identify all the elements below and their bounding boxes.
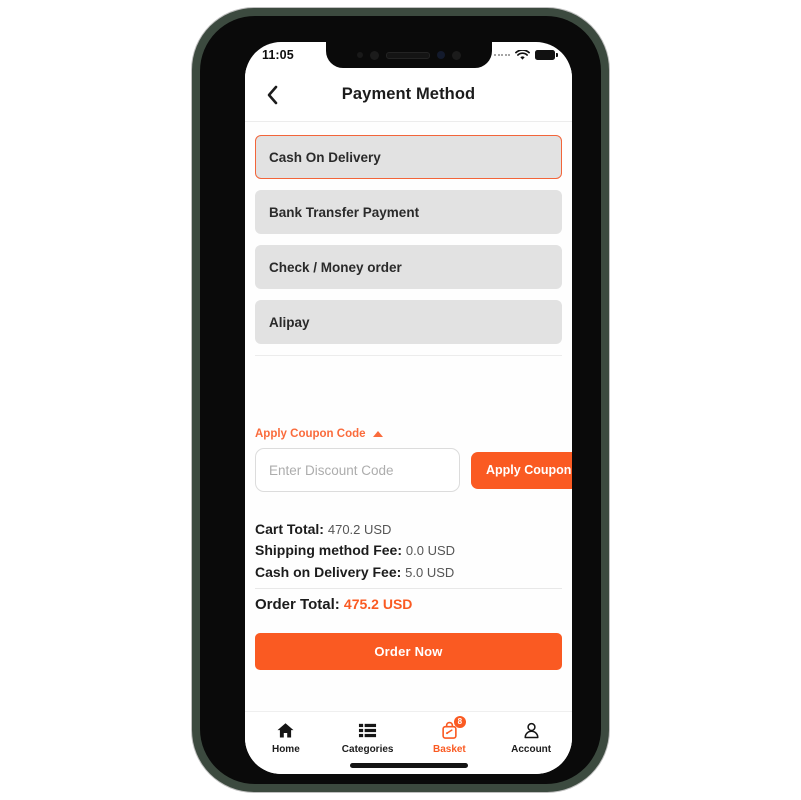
infrared-camera-icon xyxy=(436,51,445,59)
payment-option-check-money-order[interactable]: Check / Money order xyxy=(255,245,562,289)
sensor-dot-icon xyxy=(356,52,363,58)
coupon-section: Apply Coupon Code Apply Coupon xyxy=(245,428,572,492)
payment-option-label: Check / Money order xyxy=(269,259,402,275)
section-divider xyxy=(255,355,562,356)
shipping-fee-value: 0.0 USD xyxy=(405,543,456,559)
shipping-fee-label: Shipping method Fee: xyxy=(255,542,402,559)
list-icon xyxy=(358,721,377,740)
discount-code-input[interactable] xyxy=(255,448,460,492)
nav-item-home[interactable]: Home xyxy=(245,712,327,763)
cart-total-label: Cart Total: xyxy=(255,521,324,537)
battery-full-icon xyxy=(535,50,558,60)
nav-label-basket: Basket xyxy=(432,743,466,755)
nav-item-basket[interactable]: 8 Basket xyxy=(409,712,491,763)
payment-option-bank-transfer[interactable]: Bank Transfer Payment xyxy=(255,190,562,234)
phone-screen: 11:05 Payment Method Cash On Delivery Ba… xyxy=(245,42,572,774)
cart-total-row: Cart Total: 470.2 USD xyxy=(255,519,562,540)
payment-option-cash-on-delivery[interactable]: Cash On Delivery xyxy=(255,135,562,179)
proximity-sensor-icon xyxy=(369,50,379,60)
order-total-value: 475.2 USD xyxy=(343,595,413,612)
app-header: Payment Method xyxy=(245,68,572,122)
page-content: Cash On Delivery Bank Transfer Payment C… xyxy=(245,121,572,711)
basket-badge-count: 8 xyxy=(453,715,466,728)
basket-icon: 8 xyxy=(440,715,466,740)
status-bar-indicators xyxy=(494,49,558,61)
coupon-input-row: Apply Coupon xyxy=(255,448,572,492)
shipping-fee-row: Shipping method Fee: 0.0 USD xyxy=(255,540,562,561)
phone-bezel: 11:05 Payment Method Cash On Delivery Ba… xyxy=(200,16,601,784)
status-bar-time: 11:05 xyxy=(262,48,294,62)
page-title: Payment Method xyxy=(341,85,476,103)
payment-method-list: Cash On Delivery Bank Transfer Payment C… xyxy=(245,121,572,356)
phone-notch xyxy=(325,42,492,68)
order-total-row: Order Total: 475.2 USD xyxy=(255,594,562,617)
payment-option-alipay[interactable]: Alipay xyxy=(255,300,562,344)
totals-divider xyxy=(255,587,562,589)
payment-option-label: Bank Transfer Payment xyxy=(269,204,420,220)
apply-coupon-button[interactable]: Apply Coupon xyxy=(471,451,572,489)
apply-coupon-code-label: Apply Coupon Code xyxy=(255,428,366,440)
nav-label-account: Account xyxy=(511,743,552,755)
cod-fee-value: 5.0 USD xyxy=(405,564,455,580)
payment-option-label: Alipay xyxy=(269,314,310,330)
nav-label-categories: Categories xyxy=(341,743,394,755)
home-icon xyxy=(276,721,295,740)
back-button[interactable] xyxy=(255,78,289,112)
cod-fee-label: Cash on Delivery Fee: xyxy=(255,563,402,580)
nav-label-home: Home xyxy=(271,743,300,755)
nav-item-account[interactable]: Account xyxy=(490,712,572,763)
cod-fee-row: Cash on Delivery Fee: 5.0 USD xyxy=(255,562,562,583)
chevron-left-icon xyxy=(267,85,277,104)
nav-item-categories[interactable]: Categories xyxy=(327,712,409,763)
earpiece-speaker-icon xyxy=(385,51,430,59)
order-totals: Cart Total: 470.2 USD Shipping method Fe… xyxy=(245,519,572,617)
user-icon xyxy=(522,721,541,740)
front-camera-icon xyxy=(451,50,461,60)
caret-up-icon xyxy=(372,431,383,437)
apply-coupon-code-toggle[interactable]: Apply Coupon Code xyxy=(255,428,383,440)
home-indicator xyxy=(349,763,468,768)
order-now-button[interactable]: Order Now xyxy=(255,632,562,670)
phone-frame: 11:05 Payment Method Cash On Delivery Ba… xyxy=(192,8,609,792)
order-total-label: Order Total: xyxy=(255,595,340,613)
cart-total-value: 470.2 USD xyxy=(327,522,392,537)
wifi-icon xyxy=(515,49,530,60)
signal-dots-icon xyxy=(494,54,510,56)
payment-option-label: Cash On Delivery xyxy=(269,149,381,165)
